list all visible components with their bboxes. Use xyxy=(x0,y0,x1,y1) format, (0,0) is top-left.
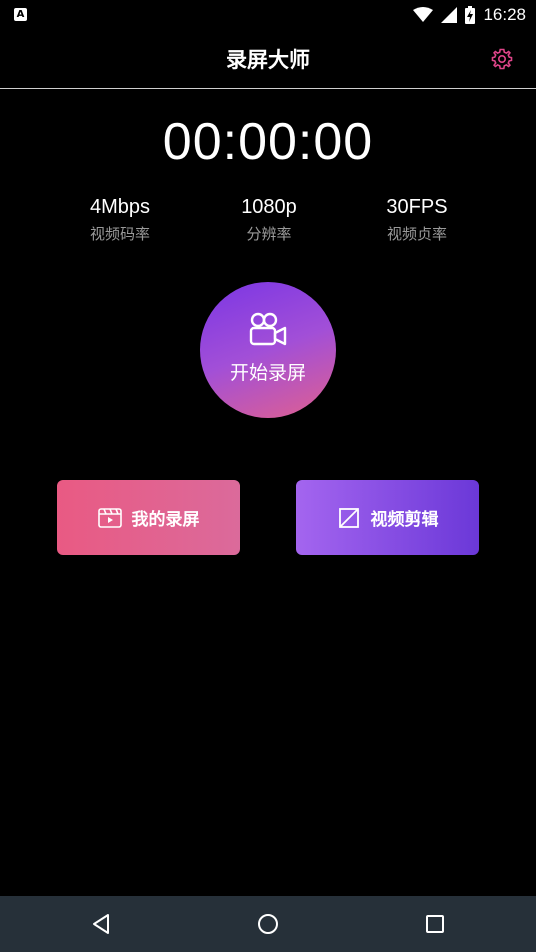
stat-bitrate: 4Mbps 视频码率 xyxy=(45,196,195,244)
nav-home-button[interactable] xyxy=(254,910,282,938)
video-edit-label: 视频剪辑 xyxy=(370,510,439,530)
status-time: 16:28 xyxy=(483,5,526,24)
status-bar: A 16:28 xyxy=(0,0,536,30)
crop-edit-icon xyxy=(338,507,359,528)
battery-icon xyxy=(465,6,476,24)
recents-square-icon xyxy=(426,915,444,933)
app-notification-icon: A xyxy=(14,8,27,21)
page-title: 录屏大师 xyxy=(226,48,310,72)
stat-framerate: 30FPS 视频贞率 xyxy=(342,196,492,244)
my-recordings-button[interactable]: 我的录屏 xyxy=(57,480,240,555)
status-icons: 16:28 xyxy=(413,3,526,27)
app-header: 录屏大师 xyxy=(0,30,536,89)
stat-label: 分辨率 xyxy=(246,225,292,243)
wifi-icon xyxy=(413,7,434,22)
start-recording-label: 开始录屏 xyxy=(229,362,306,384)
video-camera-icon xyxy=(249,312,287,346)
video-edit-button[interactable]: 视频剪辑 xyxy=(296,480,479,555)
back-triangle-icon xyxy=(93,914,109,934)
signal-icon xyxy=(441,7,458,23)
system-nav-bar xyxy=(0,896,536,952)
stat-value: 30FPS xyxy=(386,196,448,218)
gear-icon xyxy=(491,48,513,70)
stat-label: 视频码率 xyxy=(89,225,150,243)
stat-value: 1080p xyxy=(241,196,297,218)
nav-back-button[interactable] xyxy=(88,910,116,938)
stat-resolution: 1080p 分辨率 xyxy=(194,196,344,244)
settings-button[interactable] xyxy=(490,47,514,71)
recording-timer: 00:00:00 xyxy=(162,113,374,171)
nav-recents-button[interactable] xyxy=(421,910,449,938)
video-file-icon xyxy=(97,507,122,528)
stat-value: 4Mbps xyxy=(89,196,151,218)
home-circle-icon xyxy=(258,914,278,934)
start-recording-button[interactable]: 开始录屏 xyxy=(200,282,336,418)
my-recordings-label: 我的录屏 xyxy=(131,510,200,530)
stat-label: 视频贞率 xyxy=(386,225,447,243)
